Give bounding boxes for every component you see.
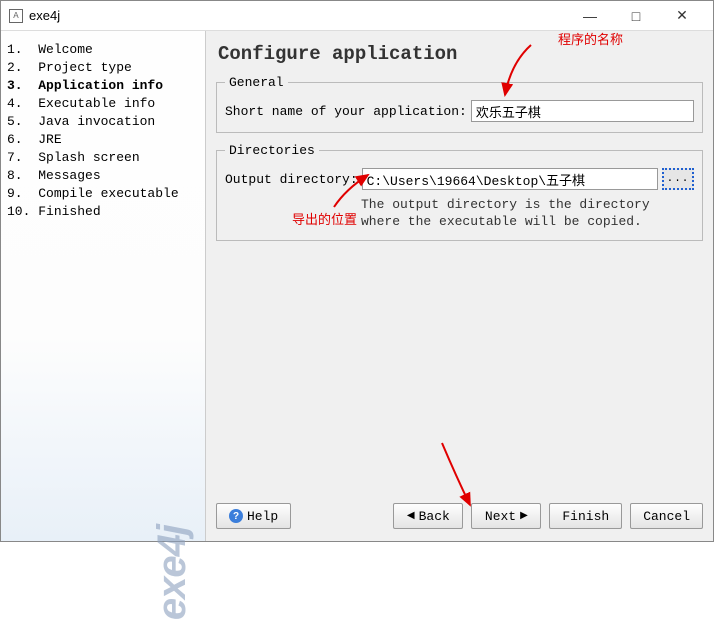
maximize-button[interactable]: □: [613, 1, 659, 31]
close-button[interactable]: ✕: [659, 1, 705, 31]
short-name-input[interactable]: [471, 100, 694, 122]
step-finished[interactable]: 10. Finished: [7, 203, 199, 221]
outdir-input[interactable]: [362, 168, 658, 190]
sidebar: 1. Welcome 2. Project type 3. Applicatio…: [1, 31, 206, 541]
button-bar: ? Help ◀Back Next▶ Finish Cancel: [216, 497, 703, 533]
help-button[interactable]: ? Help: [216, 503, 291, 529]
step-splash-screen[interactable]: 7. Splash screen: [7, 149, 199, 167]
general-legend: General: [225, 75, 288, 90]
minimize-button[interactable]: —: [567, 1, 613, 31]
back-button[interactable]: ◀Back: [393, 503, 463, 529]
outdir-label: Output directory:: [225, 172, 358, 187]
outdir-hint: The output directory is the directory wh…: [361, 196, 694, 230]
step-welcome[interactable]: 1. Welcome: [7, 41, 199, 59]
step-project-type[interactable]: 2. Project type: [7, 59, 199, 77]
next-button[interactable]: Next▶: [471, 503, 541, 529]
next-icon: ▶: [520, 510, 528, 522]
step-compile-executable[interactable]: 9. Compile executable: [7, 185, 199, 203]
finish-button[interactable]: Finish: [549, 503, 622, 529]
general-group: General Short name of your application:: [216, 75, 703, 133]
directories-group: Directories Output directory: ... The ou…: [216, 143, 703, 241]
back-icon: ◀: [407, 510, 415, 522]
main-panel: Configure application General Short name…: [206, 31, 713, 541]
directories-legend: Directories: [225, 143, 319, 158]
short-name-label: Short name of your application:: [225, 104, 467, 119]
step-application-info[interactable]: 3. Application info: [7, 77, 199, 95]
step-list: 1. Welcome 2. Project type 3. Applicatio…: [7, 41, 199, 221]
cancel-button[interactable]: Cancel: [630, 503, 703, 529]
step-jre[interactable]: 6. JRE: [7, 131, 199, 149]
page-title: Configure application: [218, 43, 703, 65]
app-icon: A: [9, 9, 23, 23]
browse-button[interactable]: ...: [662, 168, 694, 190]
window-title: exe4j: [29, 8, 567, 23]
watermark: exe4j: [150, 525, 195, 620]
help-icon: ?: [229, 509, 243, 523]
step-executable-info[interactable]: 4. Executable info: [7, 95, 199, 113]
step-java-invocation[interactable]: 5. Java invocation: [7, 113, 199, 131]
titlebar: A exe4j — □ ✕: [1, 1, 713, 31]
step-messages[interactable]: 8. Messages: [7, 167, 199, 185]
